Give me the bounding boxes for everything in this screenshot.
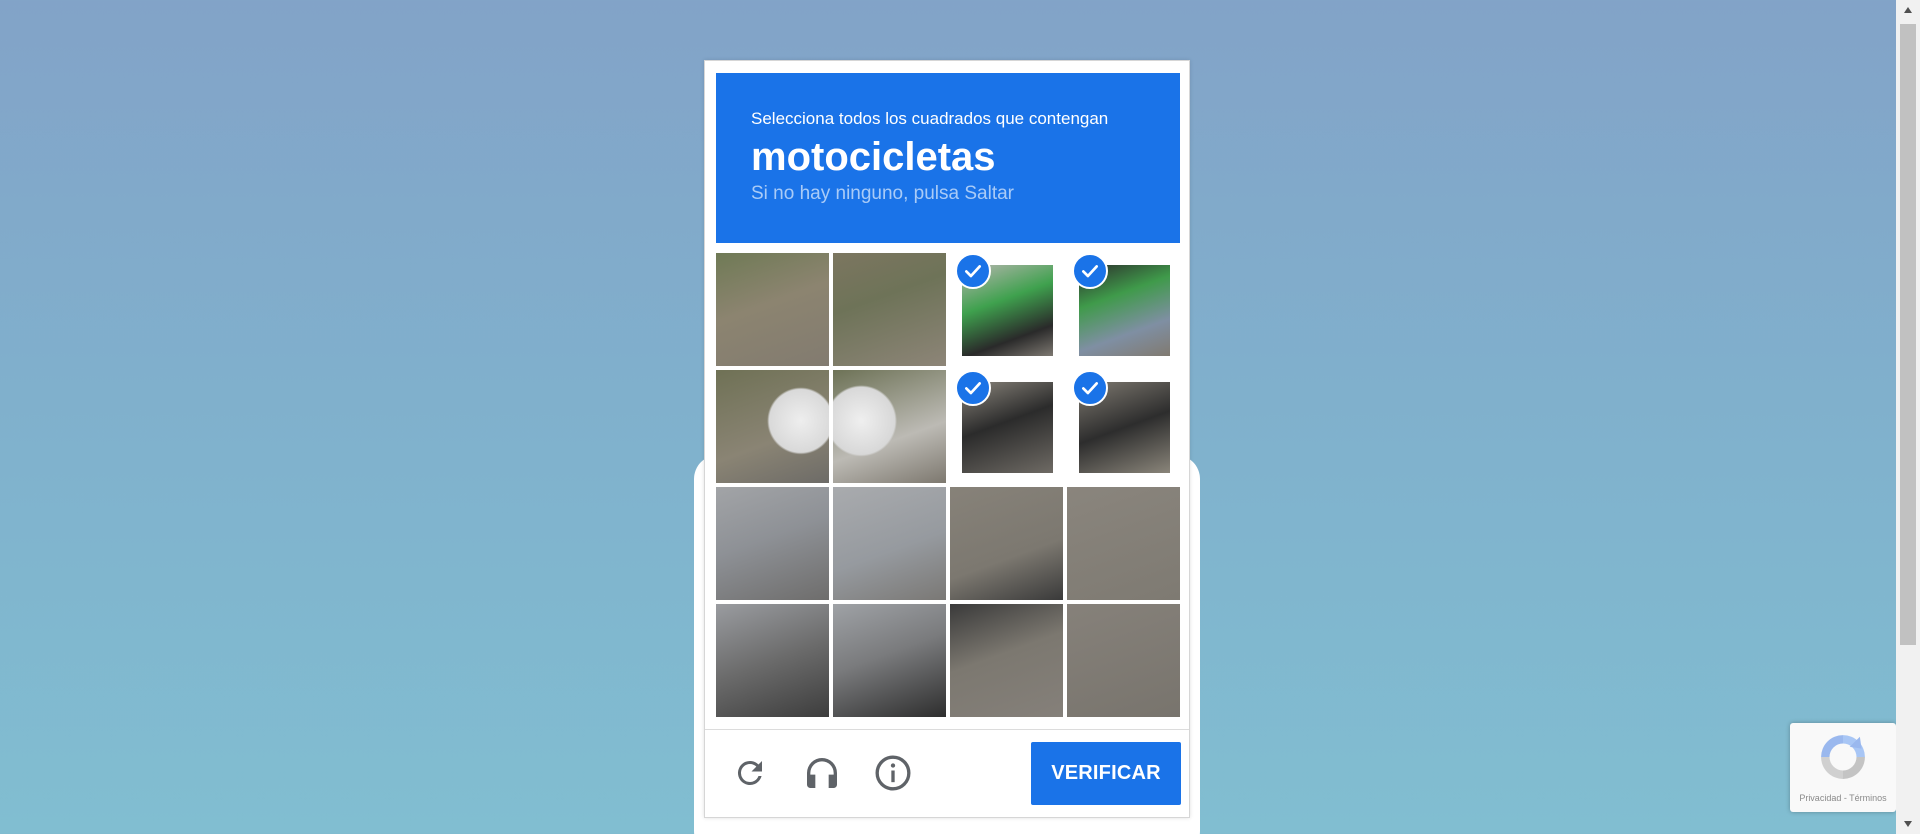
grid-tile[interactable] <box>1067 487 1180 600</box>
grid-tile[interactable] <box>833 604 946 717</box>
grid-tile[interactable] <box>716 604 829 717</box>
tile-image <box>716 487 829 600</box>
audio-challenge-button[interactable] <box>800 753 844 797</box>
grid-tile[interactable] <box>833 487 946 600</box>
grid-tile[interactable] <box>716 487 829 600</box>
help-button[interactable] <box>871 753 915 797</box>
tile-image <box>716 253 829 366</box>
checkmark-icon <box>955 253 991 289</box>
verify-button[interactable]: VERIFICAR <box>1031 742 1181 805</box>
tile-image <box>833 253 946 366</box>
captcha-dialog: Selecciona todos los cuadrados que conte… <box>704 60 1190 818</box>
tile-image <box>716 604 829 717</box>
checkmark-icon <box>1072 253 1108 289</box>
image-grid <box>716 253 1180 717</box>
grid-tile[interactable] <box>1067 253 1180 366</box>
grid-tile[interactable] <box>950 487 1063 600</box>
headphones-icon <box>802 753 842 798</box>
challenge-header: Selecciona todos los cuadrados que conte… <box>716 73 1180 243</box>
info-icon <box>873 753 913 798</box>
footer-divider <box>705 729 1189 730</box>
challenge-instruction: Selecciona todos los cuadrados que conte… <box>751 109 1109 128</box>
tile-image <box>833 370 946 483</box>
scroll-thumb[interactable] <box>1900 24 1916 645</box>
tile-image <box>716 370 829 483</box>
recaptcha-badge[interactable]: Privacidad - Términos <box>1790 723 1896 812</box>
grid-tile[interactable] <box>950 370 1063 483</box>
checkmark-icon <box>955 370 991 406</box>
reload-icon <box>732 755 768 796</box>
grid-tile[interactable] <box>1067 604 1180 717</box>
tile-image <box>1067 487 1180 600</box>
reload-button[interactable] <box>728 753 772 797</box>
tile-image <box>1067 604 1180 717</box>
grid-tile[interactable] <box>950 253 1063 366</box>
tile-image <box>833 487 946 600</box>
grid-tile[interactable] <box>716 370 829 483</box>
challenge-target: motocicletas <box>751 135 996 179</box>
recaptcha-logo-icon <box>1816 730 1870 789</box>
scroll-down-arrow[interactable] <box>1896 814 1920 834</box>
checkmark-icon <box>1072 370 1108 406</box>
badge-legal-links[interactable]: Privacidad - Términos <box>1790 793 1896 803</box>
grid-tile[interactable] <box>833 253 946 366</box>
page-scrollbar[interactable] <box>1896 0 1920 834</box>
challenge-hint: Si no hay ninguno, pulsa Saltar <box>751 183 1015 204</box>
grid-tile[interactable] <box>1067 370 1180 483</box>
tile-image <box>950 604 1063 717</box>
grid-tile[interactable] <box>950 604 1063 717</box>
grid-tile[interactable] <box>716 253 829 366</box>
tile-image <box>833 604 946 717</box>
scroll-up-arrow[interactable] <box>1896 0 1920 20</box>
grid-tile[interactable] <box>833 370 946 483</box>
tile-image <box>950 487 1063 600</box>
